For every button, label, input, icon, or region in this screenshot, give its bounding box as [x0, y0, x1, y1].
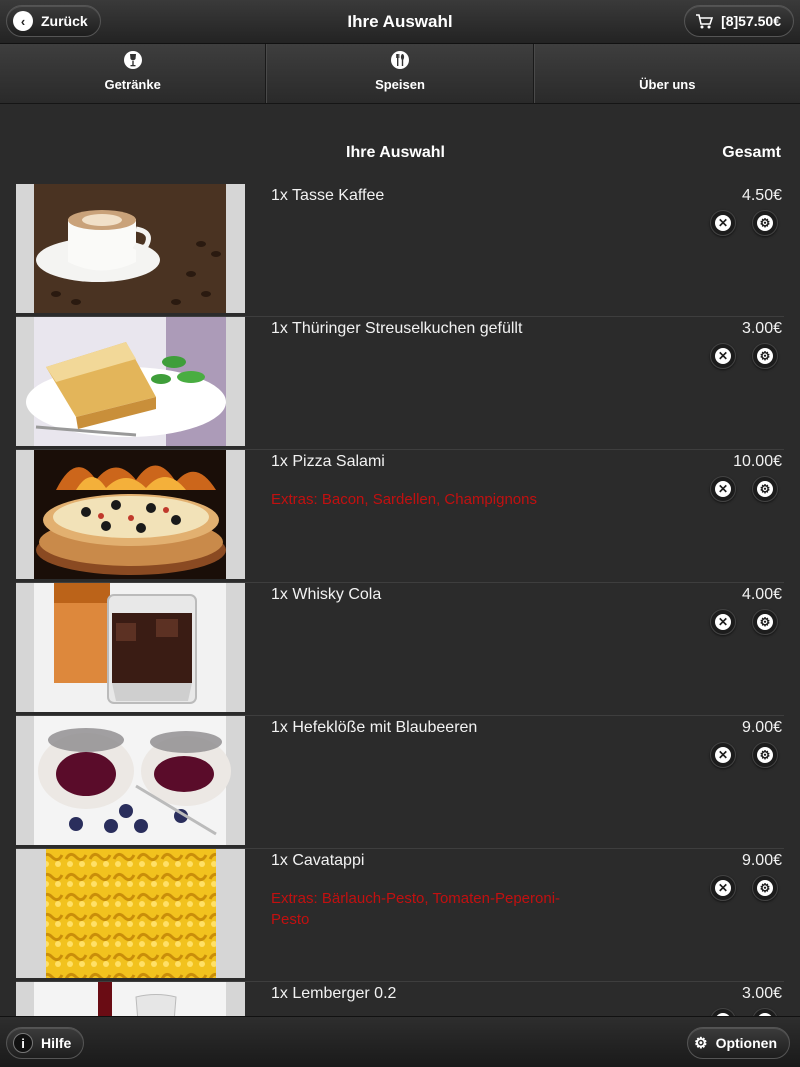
item-price: 4.50€ [741, 187, 782, 204]
item-options-button[interactable]: ⚙ [752, 875, 778, 901]
options-button[interactable]: ⚙ Optionen [687, 1027, 790, 1059]
list-item: 1x Hefeklöße mit Blaubeeren 9.00€ ✕ ⚙ [16, 716, 784, 849]
close-icon: ✕ [715, 880, 731, 896]
list-item: 1x Pizza Salami Extras: Bacon, Sardellen… [16, 450, 784, 583]
item-price: 3.00€ [741, 985, 782, 1002]
cutlery-icon [390, 51, 409, 69]
gear-icon: ⚙ [757, 215, 773, 231]
item-name: 1x Tasse Kaffee [271, 187, 385, 204]
item-extras: Extras: Bacon, Sardellen, Champignons [271, 491, 537, 508]
list-item: 1x Lemberger 0.2 3.00€ ✕ ⚙ [16, 982, 784, 1016]
item-options-button[interactable]: ⚙ [752, 343, 778, 369]
list-item: 1x Thüringer Streuselkuchen gefüllt 3.00… [16, 317, 784, 450]
help-button[interactable]: i Hilfe [6, 1027, 85, 1059]
item-price: 4.00€ [741, 586, 782, 603]
remove-item-button[interactable]: ✕ [710, 609, 736, 635]
coffee-cup-image [16, 184, 245, 313]
list-item: 1x Whisky Cola 4.00€ ✕ ⚙ [16, 583, 784, 716]
gear-icon: ⚙ [757, 880, 773, 896]
tab-about-label: Über uns [639, 77, 696, 92]
tab-drinks[interactable]: Getränke [0, 44, 267, 103]
remove-item-button[interactable]: ✕ [710, 875, 736, 901]
item-price: 9.00€ [741, 719, 782, 736]
options-label: Optionen [715, 1035, 777, 1051]
wine-glass-icon [123, 51, 142, 69]
item-name: 1x Thüringer Streuselkuchen gefüllt [271, 320, 523, 337]
item-name: 1x Hefeklöße mit Blaubeeren [271, 719, 478, 736]
item-name: 1x Whisky Cola [271, 586, 382, 603]
remove-item-button[interactable]: ✕ [710, 476, 736, 502]
item-name: 1x Cavatappi [271, 852, 365, 869]
item-options-button[interactable]: ⚙ [752, 210, 778, 236]
item-price: 3.00€ [741, 320, 782, 337]
gear-icon: ⚙ [757, 348, 773, 364]
dumplings-blueberries-image [16, 716, 245, 845]
cavatappi-pasta-image [16, 849, 245, 978]
remove-item-button[interactable]: ✕ [710, 210, 736, 236]
close-icon: ✕ [715, 348, 731, 364]
item-price: 10.00€ [733, 453, 782, 470]
help-label: Hilfe [41, 1035, 72, 1051]
cart-total: [8]57.50€ [721, 13, 781, 29]
gear-icon: ⚙ [757, 747, 773, 763]
top-bar: ‹ Zurück Ihre Auswahl [8]57.50€ [0, 0, 800, 44]
gear-icon: ⚙ [757, 481, 773, 497]
item-options-button[interactable]: ⚙ [752, 1008, 778, 1016]
close-icon: ✕ [715, 747, 731, 763]
item-options-button[interactable]: ⚙ [752, 742, 778, 768]
item-price: 9.00€ [741, 852, 782, 869]
cart-icon [696, 14, 714, 29]
item-extras: Extras: Bärlauch-Pesto, Tomaten-Peperoni… [271, 890, 561, 928]
pizza-image [16, 450, 245, 579]
column-header-total: Gesamt [722, 144, 781, 161]
column-header-selection: Ihre Auswahl [346, 144, 445, 161]
tab-drinks-label: Getränke [104, 77, 161, 92]
whisky-cola-image [16, 583, 245, 712]
close-icon: ✕ [715, 614, 731, 630]
page-title: Ihre Auswahl [347, 12, 453, 31]
tab-about[interactable]: Über uns [533, 44, 800, 103]
close-icon: ✕ [715, 215, 731, 231]
bottom-toolbar: i Hilfe ⚙ Optionen [0, 1016, 800, 1067]
cart-button[interactable]: [8]57.50€ [684, 5, 794, 37]
tab-food-label: Speisen [375, 77, 425, 92]
remove-item-button[interactable]: ✕ [710, 343, 736, 369]
item-name: 1x Lemberger 0.2 [271, 985, 397, 1002]
red-wine-image [16, 982, 245, 1016]
remove-item-button[interactable]: ✕ [710, 742, 736, 768]
gear-icon: ⚙ [694, 1035, 708, 1052]
gear-icon: ⚙ [757, 614, 773, 630]
list-item: 1x Tasse Kaffee 4.50€ ✕ ⚙ [16, 184, 784, 317]
crumb-cake-image [16, 317, 245, 446]
item-options-button[interactable]: ⚙ [752, 476, 778, 502]
info-icon: i [13, 1033, 33, 1053]
item-name: 1x Pizza Salami [271, 453, 385, 470]
list-item: 1x Cavatappi Extras: Bärlauch-Pesto, Tom… [16, 849, 784, 982]
item-options-button[interactable]: ⚙ [752, 609, 778, 635]
order-list: Ihre Auswahl Gesamt 1x Tasse Kaffee 4.50… [0, 104, 800, 1016]
remove-item-button[interactable]: ✕ [710, 1008, 736, 1016]
close-icon: ✕ [715, 481, 731, 497]
tab-food[interactable]: Speisen [266, 44, 534, 103]
category-tabs: Getränke Speisen Über uns [0, 44, 800, 104]
